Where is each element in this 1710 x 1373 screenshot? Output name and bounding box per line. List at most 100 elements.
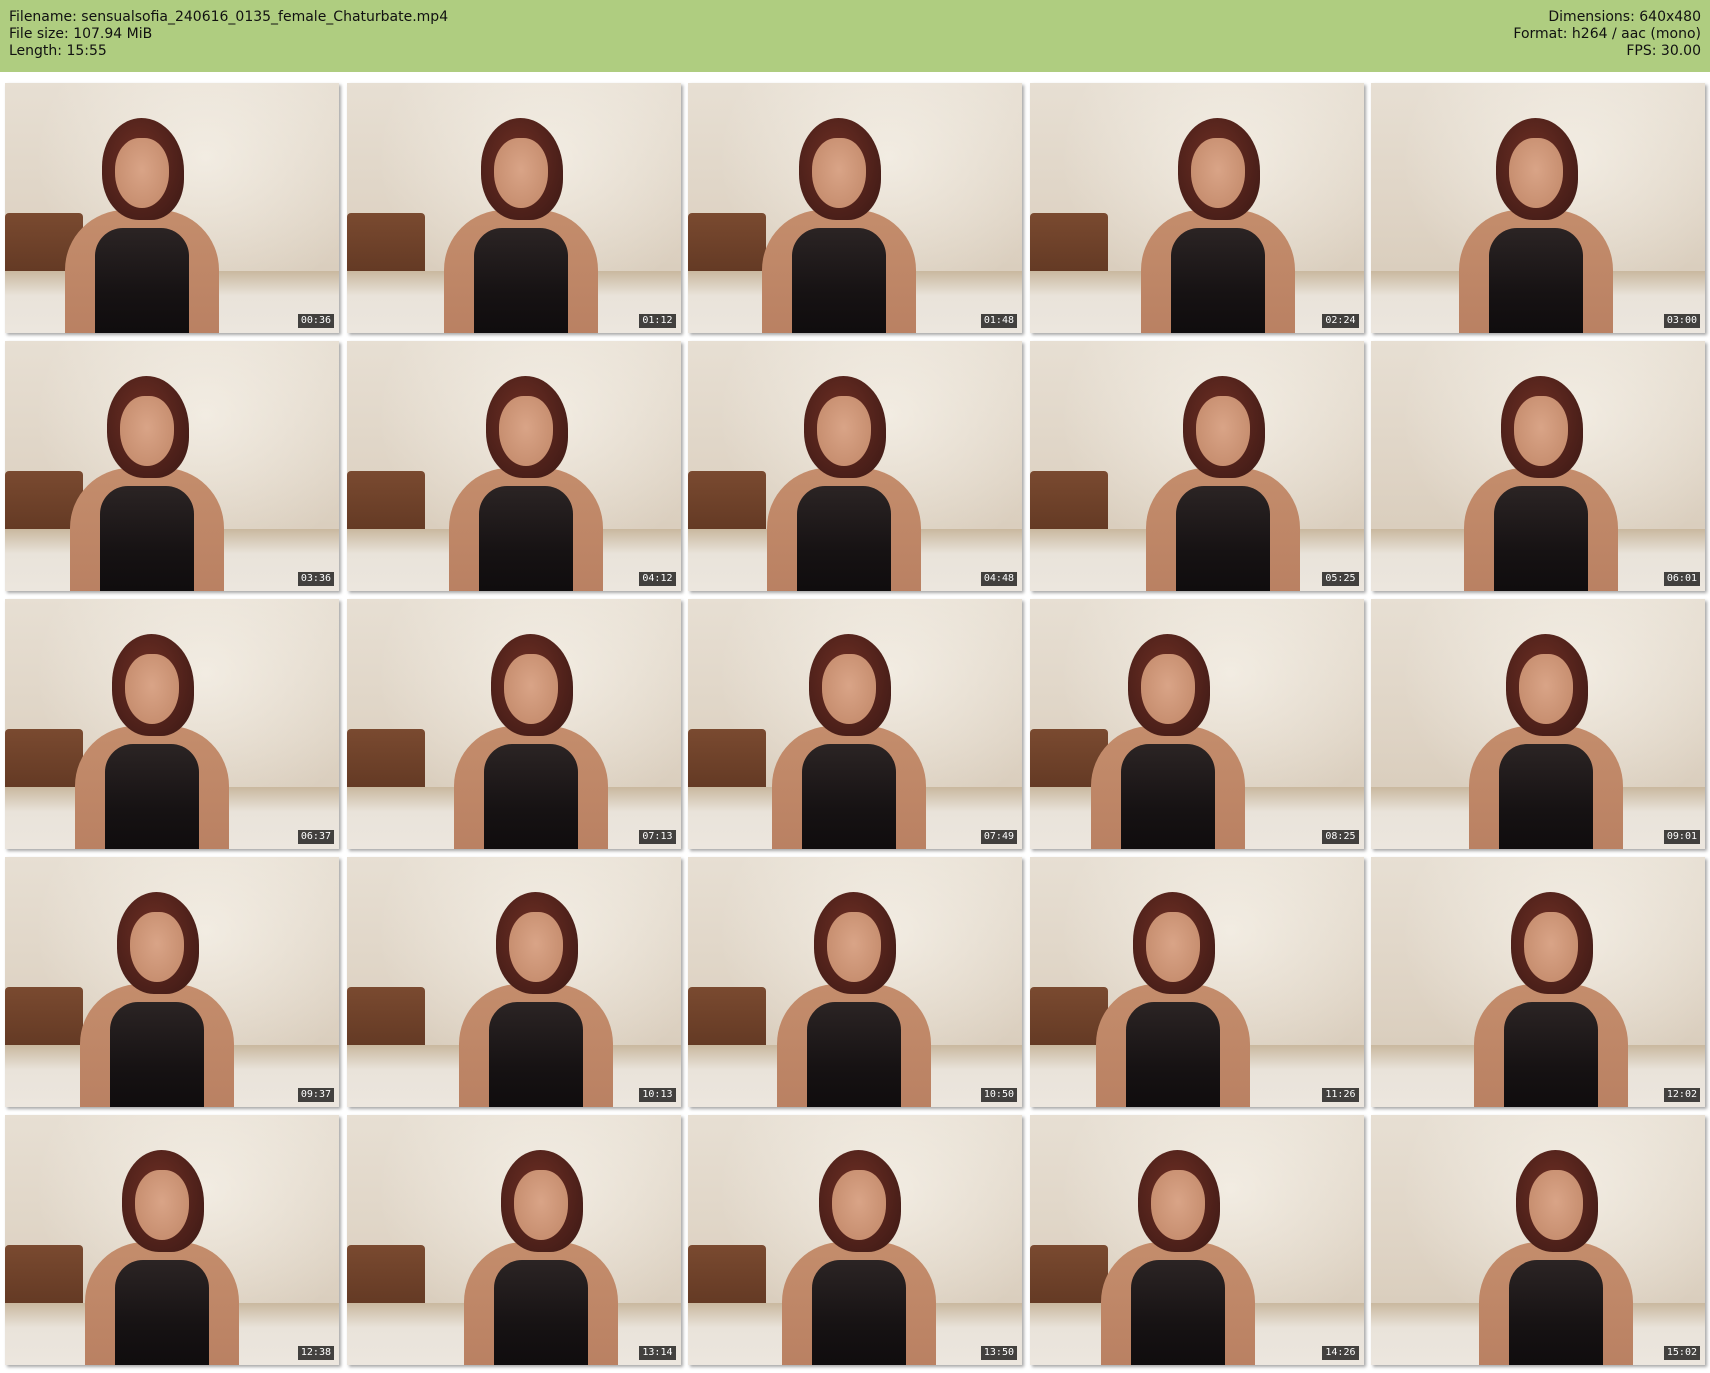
bodysuit: [792, 228, 886, 333]
face: [832, 1170, 886, 1240]
face: [817, 396, 871, 466]
person-figure: [446, 634, 616, 849]
bodysuit: [1504, 1002, 1598, 1107]
person-figure: [769, 892, 939, 1107]
face: [498, 396, 553, 466]
video-thumbnail[interactable]: 06:01: [1371, 341, 1705, 591]
timestamp-badge: 03:36: [297, 572, 334, 586]
timestamp-badge: 07:49: [980, 830, 1017, 844]
timestamp-badge: 03:00: [1663, 314, 1700, 328]
face: [1514, 396, 1568, 466]
person-figure: [1456, 376, 1626, 591]
bodysuit: [807, 1002, 901, 1107]
video-thumbnail[interactable]: 08:25: [1029, 599, 1364, 849]
video-thumbnail[interactable]: 10:50: [688, 857, 1022, 1107]
face: [822, 654, 876, 724]
video-thumbnail[interactable]: 13:50: [688, 1115, 1022, 1365]
timestamp-badge: 13:50: [980, 1346, 1017, 1360]
video-thumbnail[interactable]: 04:48: [688, 341, 1022, 591]
timestamp-badge: 09:37: [297, 1088, 334, 1102]
video-thumbnail[interactable]: 11:26: [1029, 857, 1364, 1107]
face: [493, 138, 548, 208]
face: [115, 138, 169, 208]
video-thumbnail[interactable]: 01:48: [688, 83, 1022, 333]
face: [1150, 1170, 1205, 1240]
video-thumbnail[interactable]: 15:02: [1371, 1115, 1705, 1365]
person-figure: [441, 376, 611, 591]
person-figure: [77, 1150, 247, 1365]
person-figure: [451, 892, 621, 1107]
bodysuit: [100, 486, 194, 591]
bodysuit: [1494, 486, 1588, 591]
video-thumbnail[interactable]: 04:12: [346, 341, 681, 591]
bodysuit: [488, 1002, 583, 1107]
timestamp-badge: 01:48: [980, 314, 1017, 328]
video-thumbnail[interactable]: 07:13: [346, 599, 681, 849]
timestamp-badge: 14:26: [1322, 1346, 1359, 1360]
timestamp-badge: 11:26: [1322, 1088, 1359, 1102]
timestamp-badge: 01:12: [639, 314, 676, 328]
face: [1190, 138, 1245, 208]
timestamp-badge: 05:25: [1322, 572, 1359, 586]
face: [503, 654, 558, 724]
person-figure: [1461, 634, 1631, 849]
person-figure: [754, 118, 924, 333]
bodysuit: [1125, 1002, 1220, 1107]
video-thumbnail[interactable]: 14:26: [1029, 1115, 1364, 1365]
length-text: Length: 15:55: [9, 43, 107, 59]
person-figure: [456, 1150, 626, 1365]
person-figure: [72, 892, 242, 1107]
bodysuit: [1499, 744, 1593, 849]
bodysuit: [812, 1260, 906, 1365]
bodysuit: [1170, 228, 1265, 333]
video-thumbnail[interactable]: 06:37: [5, 599, 339, 849]
video-thumbnail[interactable]: 09:01: [1371, 599, 1705, 849]
video-thumbnail[interactable]: 12:02: [1371, 857, 1705, 1107]
video-thumbnail[interactable]: 00:36: [5, 83, 339, 333]
person-figure: [62, 376, 232, 591]
face: [1524, 912, 1578, 982]
timestamp-badge: 07:13: [639, 830, 676, 844]
face: [135, 1170, 189, 1240]
thumbnail-grid: 00:36 01:12 01:48 02:24 03:00 03:36 04:12 04:48…: [5, 83, 1705, 1365]
bodysuit: [483, 744, 578, 849]
dimensions-text: Dimensions: 640x480: [1548, 9, 1701, 25]
video-thumbnail[interactable]: 07:49: [688, 599, 1022, 849]
person-figure: [759, 376, 929, 591]
fps-text: FPS: 30.00: [1626, 43, 1701, 59]
person-figure: [774, 1150, 944, 1365]
video-thumbnail[interactable]: 10:13: [346, 857, 681, 1107]
bodysuit: [478, 486, 573, 591]
bodysuit: [473, 228, 568, 333]
face: [1140, 654, 1195, 724]
video-thumbnail[interactable]: 13:14: [346, 1115, 681, 1365]
timestamp-badge: 00:36: [297, 314, 334, 328]
bodysuit: [1130, 1260, 1225, 1365]
face: [1145, 912, 1200, 982]
person-figure: [67, 634, 237, 849]
bodysuit: [1120, 744, 1215, 849]
video-thumbnail[interactable]: 03:36: [5, 341, 339, 591]
video-thumbnail[interactable]: 12:38: [5, 1115, 339, 1365]
bodysuit: [802, 744, 896, 849]
person-figure: [57, 118, 227, 333]
file-info-right: Dimensions: 640x480 Format: h264 / aac (…: [1513, 9, 1701, 60]
video-thumbnail[interactable]: 03:00: [1371, 83, 1705, 333]
video-thumbnail[interactable]: 09:37: [5, 857, 339, 1107]
person-figure: [436, 118, 606, 333]
person-figure: [1466, 892, 1636, 1107]
face: [1529, 1170, 1583, 1240]
bodysuit: [105, 744, 199, 849]
bodysuit: [110, 1002, 204, 1107]
video-thumbnail[interactable]: 05:25: [1029, 341, 1364, 591]
person-figure: [1451, 118, 1621, 333]
video-thumbnail[interactable]: 01:12: [346, 83, 681, 333]
timestamp-badge: 12:38: [297, 1346, 334, 1360]
person-figure: [1133, 118, 1303, 333]
file-info-left: Filename: sensualsofia_240616_0135_femal…: [9, 9, 448, 60]
face: [120, 396, 174, 466]
video-thumbnail[interactable]: 02:24: [1029, 83, 1364, 333]
face: [508, 912, 563, 982]
timestamp-badge: 15:02: [1663, 1346, 1700, 1360]
bodysuit: [95, 228, 189, 333]
